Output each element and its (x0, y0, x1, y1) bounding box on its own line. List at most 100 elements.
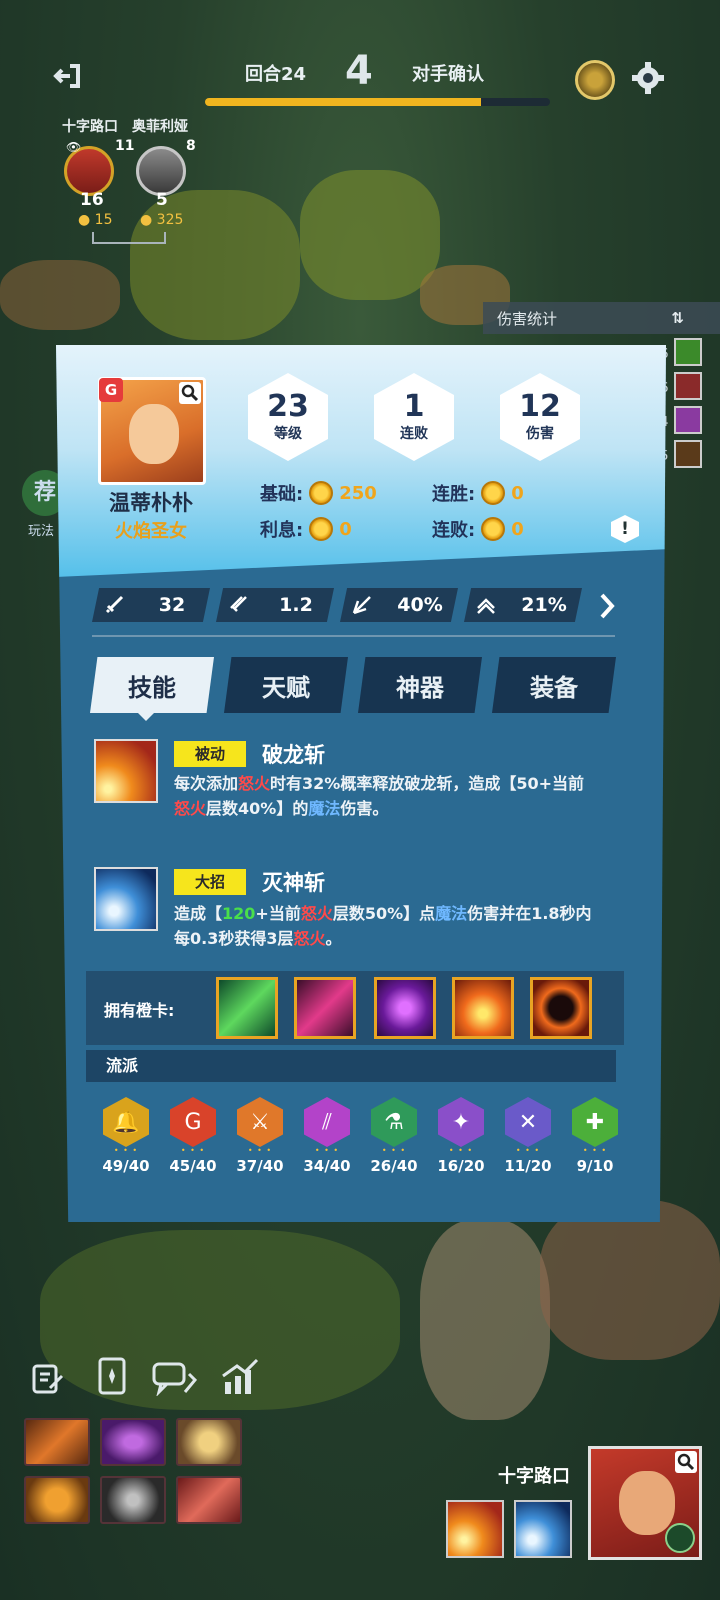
item-slot-2[interactable] (100, 1418, 166, 1466)
tab-skills[interactable]: 技能 (90, 657, 214, 713)
my-skill-2-icon[interactable] (514, 1500, 572, 1558)
player-hp-1: 16 (80, 190, 104, 210)
hero-detail-panel: G 温蒂朴朴 火焰圣女 23 等级 1 连败 12 伤害 基础: 250 利息: 0… (56, 345, 666, 1222)
gold-coin-icon (481, 481, 506, 505)
trait-badge[interactable]: ⚗ • • • 26/40 (368, 1097, 420, 1175)
skill-name-2: 灭神斩 (262, 871, 325, 895)
sword-icon (102, 593, 126, 617)
item-slot-6[interactable] (176, 1476, 242, 1524)
magnifier-icon[interactable] (179, 382, 201, 404)
settings-gear-icon[interactable] (628, 58, 668, 98)
trait-badge[interactable]: G • • • 45/40 (167, 1097, 219, 1175)
orange-card-dark-ring[interactable] (530, 977, 592, 1039)
season-coin-icon[interactable] (575, 60, 615, 100)
item-slot-4[interactable] (24, 1476, 90, 1524)
tab-pointer (136, 711, 156, 721)
item-slot-5[interactable] (100, 1476, 166, 1524)
hero-class-badge-icon: G (99, 378, 123, 402)
player-level-1: 11 (115, 138, 135, 154)
stats-chart-icon[interactable] (218, 1356, 262, 1396)
rock (0, 260, 120, 330)
player-gold-1: ● 15 (78, 212, 113, 228)
skill-desc-2: 造成【120+当前怒火层数50%】点魔法伤害并在1.8秒内每0.3秒获得3层怒火… (174, 904, 592, 948)
item-slot-3[interactable] (176, 1418, 242, 1466)
opponent-confirm-label: 对手确认 (412, 64, 484, 85)
trait-badge[interactable]: ⚔ • • • 37/40 (234, 1097, 286, 1175)
damage-stats-button[interactable]: 伤害统计 ⇅ (483, 302, 720, 334)
losestreak-income: 连败: 0 (432, 517, 524, 541)
winstreak-income: 连胜: 0 (432, 481, 524, 505)
rock (540, 1200, 720, 1360)
dodge-icon (474, 593, 498, 617)
damage-label: 伤害 (526, 426, 554, 442)
stat-attack: 32 (92, 588, 210, 622)
my-skill-1-icon[interactable] (446, 1500, 504, 1558)
gold-coin-icon (309, 517, 334, 541)
play-style-label: 玩法 (28, 524, 55, 539)
player-gold-2: ● 325 (140, 212, 184, 228)
player-avatar-2[interactable] (136, 146, 186, 196)
class-emblem-icon (665, 1523, 695, 1553)
damage-value: 12 (519, 389, 561, 424)
hero-name: 温蒂朴朴 (109, 491, 193, 515)
stat-attack-speed: 1.2 (216, 588, 334, 622)
gold-coin-icon (309, 481, 334, 505)
trait-dots: • • • (247, 1146, 273, 1155)
skill-name-1: 破龙斩 (262, 743, 325, 767)
orange-card-phoenix[interactable] (452, 977, 514, 1039)
trait-badge[interactable]: ⫽ • • • 34/40 (301, 1097, 353, 1175)
trait-dots: • • • (582, 1146, 608, 1155)
my-player-name: 十字路口 (498, 1466, 570, 1487)
tab-talent[interactable]: 天赋 (224, 657, 348, 713)
tab-equipment[interactable]: 装备 (492, 657, 616, 713)
my-hero-face (619, 1471, 675, 1535)
damage-unit-portrait (674, 440, 702, 468)
round-progress-bar (205, 98, 550, 106)
trait-dots: • • • (515, 1146, 541, 1155)
trait-badge[interactable]: 🔔 • • • 49/40 (100, 1097, 152, 1175)
skill-desc-1: 每次添加怒火时有32%概率释放破龙斩，造成【50+当前怒火层数40%】的魔法伤害… (174, 774, 585, 818)
plus-icon: ✚ (572, 1097, 618, 1147)
my-hero-portrait[interactable] (588, 1446, 702, 1560)
skill-god-slash-icon[interactable] (94, 867, 158, 931)
top-bar: 回合24 4 对手确认 (0, 40, 720, 120)
trait-badge[interactable]: ✚ • • • 9/10 (569, 1097, 621, 1175)
trait-badge[interactable]: ✕ • • • 11/20 (502, 1097, 554, 1175)
hero-portrait[interactable]: G (98, 377, 206, 485)
rock (420, 1220, 550, 1420)
skill-dragon-slash-icon[interactable] (94, 739, 158, 803)
magnifier-icon[interactable] (675, 1451, 697, 1473)
double-sword-icon (226, 593, 250, 617)
card-icon[interactable] (92, 1356, 132, 1396)
player-name-2: 奥菲利娅 (132, 119, 188, 135)
orange-cards-label: 拥有橙卡: (104, 1001, 175, 1020)
style-header: 流派 (86, 1050, 616, 1082)
player-name-1: 十字路口 (62, 119, 118, 135)
item-slot-1[interactable] (24, 1418, 90, 1466)
eye-icon: 👁 (66, 140, 82, 154)
trait-count: 49/40 (102, 1157, 150, 1175)
orange-card-claw-pink[interactable] (294, 977, 356, 1039)
chat-icon[interactable] (150, 1358, 200, 1398)
cross-swords-icon: ✕ (505, 1097, 551, 1147)
claw-icon: ⫽ (304, 1097, 350, 1147)
flame-g-icon: G (170, 1097, 216, 1147)
trait-count: 11/20 (504, 1157, 552, 1175)
exit-icon[interactable] (50, 58, 86, 94)
trait-count: 26/40 (370, 1157, 418, 1175)
edit-note-icon[interactable] (28, 1358, 68, 1398)
base-income: 基础: 250 (260, 481, 377, 505)
trait-count: 37/40 (236, 1157, 284, 1175)
hero-face (129, 404, 179, 464)
round-number: 4 (345, 48, 373, 94)
tree-foliage (300, 170, 440, 300)
orange-card-orb-purple[interactable] (374, 977, 436, 1039)
trait-badge[interactable]: ✦ • • • 16/20 (435, 1097, 487, 1175)
orange-card-claw-green[interactable] (216, 977, 278, 1039)
potion-icon: ⚗ (371, 1097, 417, 1147)
tab-artifact[interactable]: 神器 (358, 657, 482, 713)
level-label: 等级 (274, 426, 302, 442)
player-hp-2: 5 (156, 190, 168, 210)
stats-next-chevron-icon[interactable] (596, 591, 620, 621)
level-value: 23 (267, 389, 309, 424)
